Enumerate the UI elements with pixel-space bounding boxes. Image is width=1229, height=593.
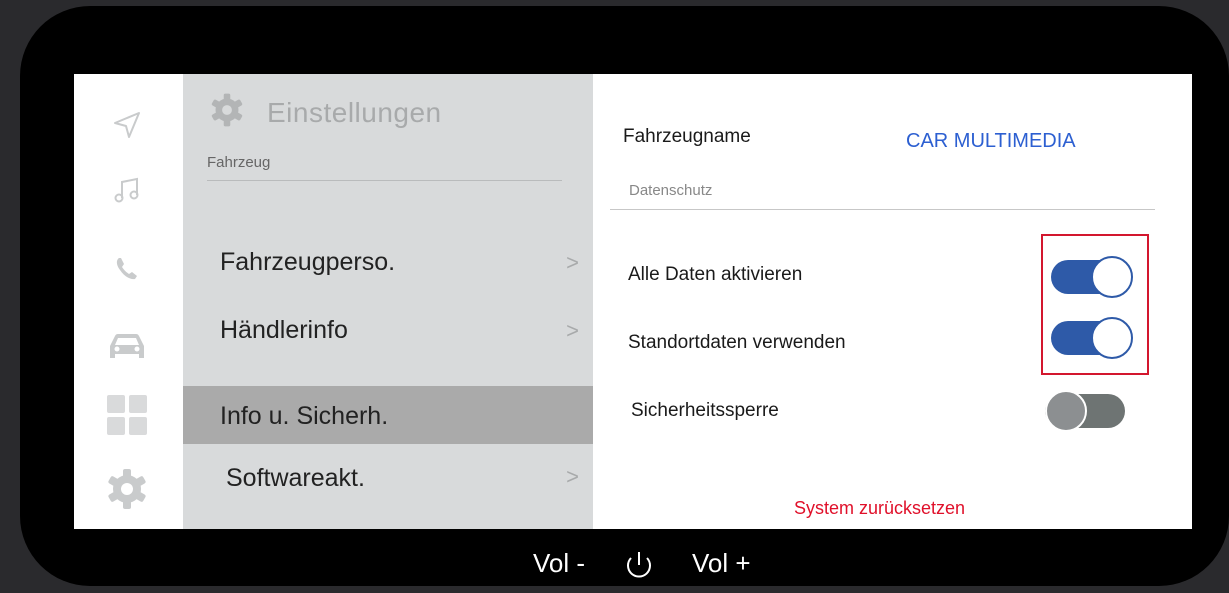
setting-label-all-data: Alle Daten aktivieren [628,264,803,285]
settings-icon [209,92,245,133]
vehicle-name-label: Fahrzeugname [623,126,751,147]
volume-down-button[interactable]: Vol - [533,548,585,579]
menu-item-label: Info u. Sicherh. [220,402,389,430]
settings-menu: Einstellungen Fahrzeug Fahrzeugperso. > … [183,74,593,529]
chevron-right-icon: > [566,250,579,275]
music-icon[interactable] [102,166,152,216]
chevron-right-icon: > [566,318,579,343]
menu-title: Einstellungen [267,96,442,128]
phone-icon[interactable] [102,244,152,294]
menu-item-label: Händlerinfo [220,316,348,344]
menu-item-label: Fahrzeugperso. [220,248,396,276]
navigation-icon[interactable] [102,100,152,150]
menu-item-softwareakt[interactable]: Softwareakt. > [183,452,593,510]
chevron-right-icon: > [566,464,579,489]
section-heading: Datenschutz [629,182,713,199]
menu-item-haendlerinfo[interactable]: Händlerinfo > [183,304,593,362]
menu-item-info-sicherheit[interactable]: Info u. Sicherh. [183,386,593,444]
volume-up-button[interactable]: Vol + [692,548,751,579]
menu-subtitle: Fahrzeug [207,154,271,171]
car-icon[interactable] [102,322,152,372]
power-icon[interactable] [622,550,656,587]
highlight-frame [1041,234,1149,375]
toggle-security-lock[interactable] [1045,390,1129,432]
menu-item-fahrzeugperso[interactable]: Fahrzeugperso. > [183,236,593,294]
setting-label-security-lock: Sicherheitssperre [631,400,779,421]
settings-content: Fahrzeugname CAR MULTIMEDIA Datenschutz … [593,74,1192,529]
setting-label-location-data: Standortdaten verwenden [628,332,846,353]
toggle-knob [1045,390,1087,432]
settings-icon[interactable] [102,464,152,514]
vehicle-name-value[interactable]: CAR MULTIMEDIA [906,130,1076,153]
icon-rail [74,74,183,529]
infotainment-screen: Einstellungen Fahrzeug Fahrzeugperso. > … [74,74,1192,529]
system-reset-button[interactable]: System zurücksetzen [794,498,965,519]
menu-item-label: Softwareakt. [226,464,365,492]
section-divider [610,209,1155,210]
apps-icon[interactable] [102,390,152,440]
menu-header: Einstellungen [209,92,442,133]
menu-divider [207,180,562,181]
